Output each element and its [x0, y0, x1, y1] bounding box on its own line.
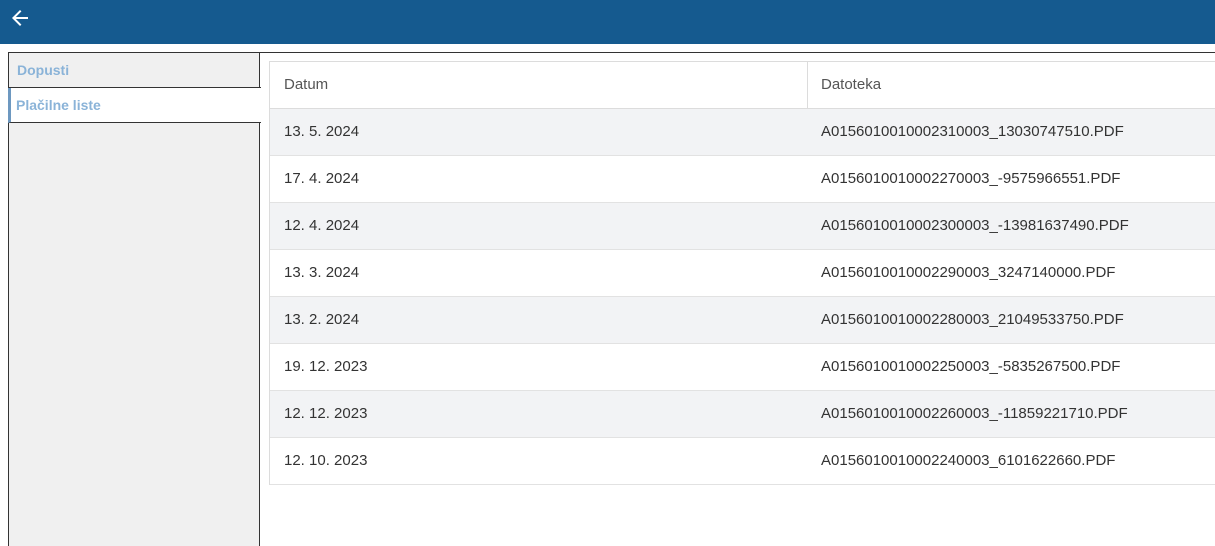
date-cell: 12. 4. 2024: [284, 217, 360, 234]
sidebar-item-dopusti[interactable]: Dopusti: [9, 53, 261, 88]
file-cell[interactable]: A0156010010002300003_-13981637490.PDF: [821, 203, 1129, 249]
payslip-table: Datum Datoteka 13. 5. 2024 A015601001000…: [269, 61, 1215, 485]
column-divider: [807, 62, 808, 108]
file-cell[interactable]: A0156010010002260003_-11859221710.PDF: [821, 391, 1128, 437]
table-row[interactable]: 19. 12. 2023 A0156010010002250003_-58352…: [270, 344, 1215, 391]
sidebar-item-label: Plačilne liste: [16, 97, 101, 113]
sidebar: Dopusti Plačilne liste: [8, 52, 261, 546]
sidebar-item-placilne-liste[interactable]: Plačilne liste: [8, 88, 261, 123]
table-row[interactable]: 12. 10. 2023 A0156010010002240003_610162…: [270, 438, 1215, 485]
date-cell: 13. 3. 2024: [284, 264, 360, 281]
column-header-datum[interactable]: Datum: [284, 62, 328, 108]
file-cell[interactable]: A0156010010002250003_-5835267500.PDF: [821, 344, 1120, 390]
sidebar-item-label: Dopusti: [17, 62, 70, 78]
table-row[interactable]: 13. 3. 2024 A0156010010002290003_3247140…: [270, 250, 1215, 297]
date-cell: 13. 5. 2024: [284, 123, 360, 140]
app-header: [0, 0, 1215, 44]
file-cell[interactable]: A0156010010002240003_6101622660.PDF: [821, 438, 1115, 484]
table-row[interactable]: 13. 2. 2024 A0156010010002280003_2104953…: [270, 297, 1215, 344]
date-cell: 19. 12. 2023: [284, 358, 368, 375]
date-cell: 12. 10. 2023: [284, 452, 368, 469]
file-cell[interactable]: A0156010010002280003_21049533750.PDF: [821, 297, 1124, 343]
file-cell[interactable]: A0156010010002270003_-9575966551.PDF: [821, 156, 1120, 202]
table-header: Datum Datoteka: [270, 62, 1215, 109]
date-cell: 17. 4. 2024: [284, 170, 360, 187]
back-button[interactable]: [8, 6, 32, 30]
content-border: [260, 52, 1215, 53]
table-row[interactable]: 17. 4. 2024 A0156010010002270003_-957596…: [270, 156, 1215, 203]
arrow-left-icon: [12, 10, 28, 26]
table-row[interactable]: 12. 4. 2024 A0156010010002300003_-139816…: [270, 203, 1215, 250]
date-cell: 13. 2. 2024: [284, 311, 360, 328]
table-row[interactable]: 13. 5. 2024 A0156010010002310003_1303074…: [270, 109, 1215, 156]
table-row[interactable]: 12. 12. 2023 A0156010010002260003_-11859…: [270, 391, 1215, 438]
date-cell: 12. 12. 2023: [284, 405, 368, 422]
file-cell[interactable]: A0156010010002290003_3247140000.PDF: [821, 250, 1115, 296]
file-cell[interactable]: A0156010010002310003_13030747510.PDF: [821, 109, 1124, 155]
column-header-datoteka[interactable]: Datoteka: [821, 62, 881, 108]
